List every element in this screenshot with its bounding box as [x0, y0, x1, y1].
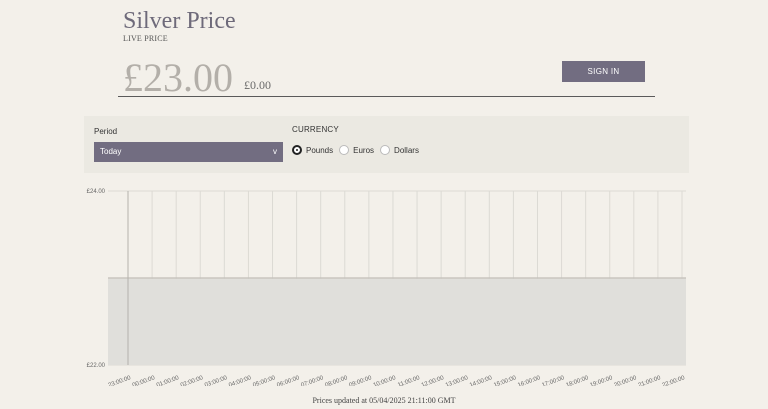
currency-option-label: Euros [353, 145, 375, 155]
data-point [584, 277, 587, 279]
y-tick-label: £24.00 [87, 189, 106, 195]
y-tick-label: £22.00 [87, 363, 106, 369]
data-point [295, 277, 298, 279]
currency-option-pounds[interactable]: Pounds [292, 145, 333, 155]
x-tick-label: 03:00:00 [204, 375, 229, 386]
x-tick-label: 06:00:00 [276, 375, 301, 386]
data-point [343, 277, 346, 279]
radio-selected-icon[interactable] [292, 145, 302, 155]
x-tick-label: 07:00:00 [300, 375, 325, 386]
currency-radio-group: Pounds Euros Dollars [292, 145, 425, 155]
x-tick-label: 20:00:00 [614, 375, 639, 386]
data-point [608, 277, 611, 279]
sign-in-button[interactable]: SIGN IN [562, 61, 645, 82]
x-tick-label: 17:00:00 [541, 375, 566, 386]
currency-option-label: Dollars [394, 145, 419, 155]
data-point [271, 277, 274, 279]
data-point [368, 277, 370, 279]
data-point [440, 277, 442, 279]
data-point [223, 277, 226, 279]
period-select[interactable]: Today v [94, 142, 283, 162]
x-tick-label: 23:00:00 [108, 375, 133, 386]
data-point [319, 277, 322, 279]
prices-updated-text: Prices updated at 05/04/2025 21:11:00 GM… [312, 396, 456, 405]
currency-option-dollars[interactable]: Dollars [380, 145, 419, 155]
x-tick-label: 19:00:00 [589, 375, 614, 386]
chevron-down-icon: v [273, 147, 277, 156]
chart-controls: Period Today v CURRENCY Pounds Euros Dol… [84, 116, 689, 173]
currency-option-euros[interactable]: Euros [339, 145, 374, 155]
page-subtitle: LIVE PRICE [123, 34, 168, 43]
x-tick-label: 09:00:00 [349, 375, 374, 386]
data-point [681, 277, 683, 279]
x-tick-label: 22:00:00 [662, 375, 687, 386]
x-tick-label: 13:00:00 [445, 375, 470, 386]
data-point [392, 277, 394, 279]
data-point [151, 277, 153, 279]
data-point [633, 277, 635, 279]
data-point [416, 277, 418, 279]
radio-unselected-icon[interactable] [339, 145, 350, 155]
price-area [108, 278, 686, 365]
data-point [199, 277, 202, 279]
x-tick-label: 00:00:00 [132, 375, 157, 386]
data-point [464, 277, 467, 279]
data-point [247, 277, 250, 279]
page-title: Silver Price [123, 8, 236, 34]
price-change: £0.00 [244, 78, 271, 92]
price-chart: £24.00 £22.0023:00:00 00:00:00 01:00:00 02:0… [87, 189, 687, 386]
x-tick-label: 10:00:00 [373, 375, 398, 386]
period-label: Period [94, 127, 118, 136]
data-point [657, 277, 659, 279]
x-tick-label: 04:00:00 [228, 375, 253, 386]
period-select-value: Today [100, 147, 122, 156]
x-tick-label: 08:00:00 [324, 375, 349, 386]
current-price: £23.00 [123, 55, 233, 100]
x-tick-label: 05:00:00 [252, 375, 277, 386]
x-tick-label: 21:00:00 [638, 375, 663, 386]
x-tick-label: 18:00:00 [565, 375, 590, 386]
x-tick-label: 01:00:00 [156, 375, 181, 386]
x-tick-label: 14:00:00 [469, 375, 494, 386]
x-tick-label: 12:00:00 [421, 375, 446, 386]
currency-label: CURRENCY [292, 125, 339, 134]
data-point [536, 277, 539, 279]
x-tick-label: 11:00:00 [397, 375, 421, 386]
data-point [175, 277, 177, 279]
price-header: Silver Price LIVE PRICE £23.00 £0.00 SIG… [118, 8, 655, 100]
data-point [560, 277, 563, 279]
x-tick-label: 15:00:00 [493, 375, 518, 386]
data-point [512, 277, 515, 279]
x-tick-label: 16:00:00 [517, 375, 542, 386]
x-tick-label: 02:00:00 [180, 375, 205, 386]
radio-unselected-icon[interactable] [380, 145, 391, 155]
data-point [488, 277, 491, 279]
currency-option-label: Pounds [306, 145, 334, 155]
